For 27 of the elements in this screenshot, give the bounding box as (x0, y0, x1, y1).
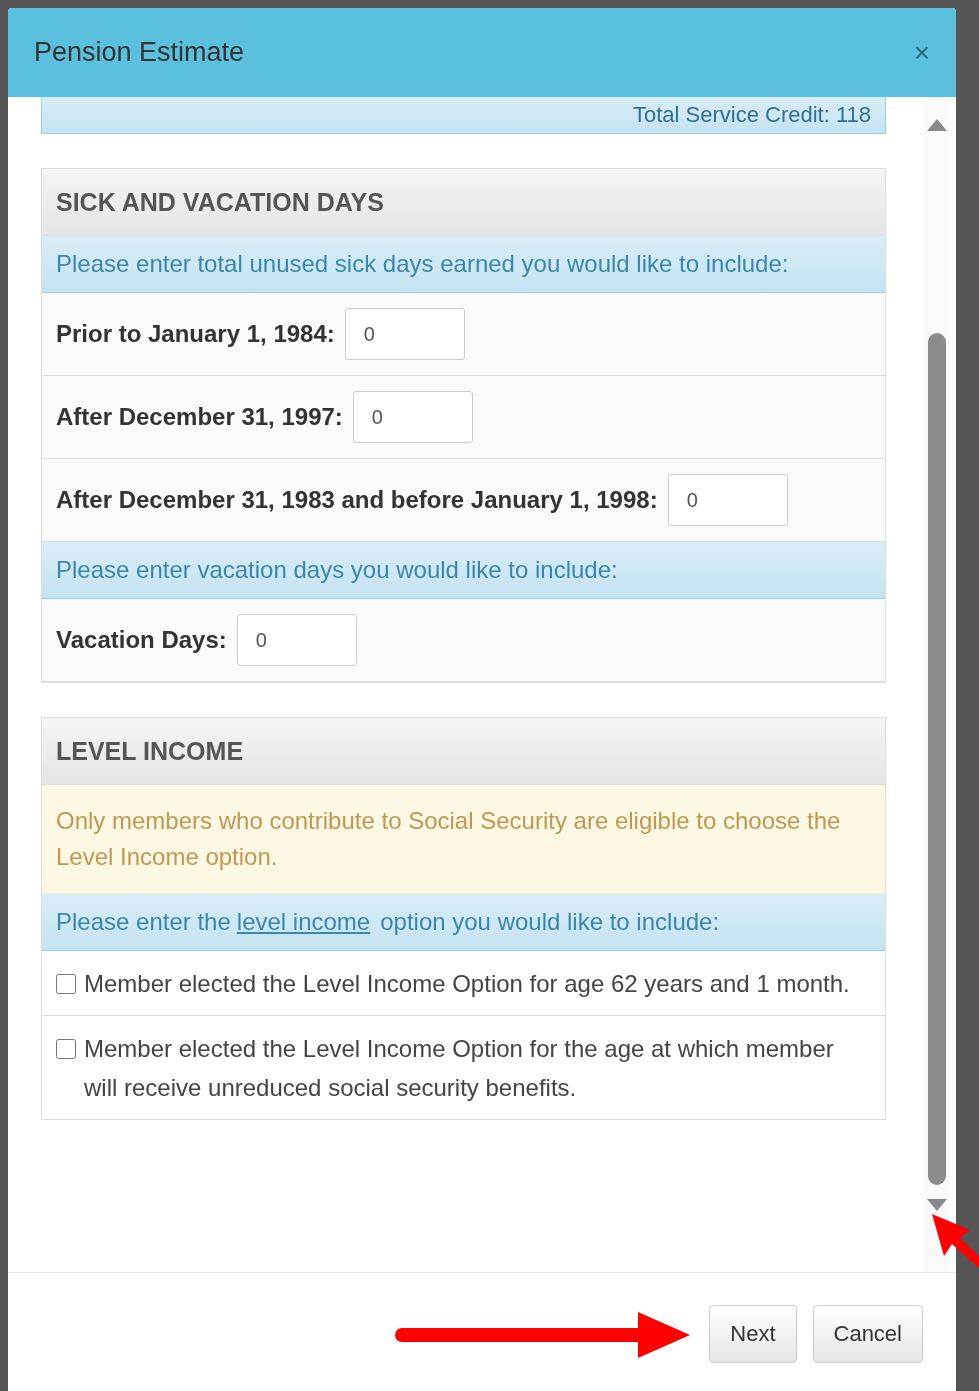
input-field[interactable]: 0 (344, 308, 465, 360)
checkbox[interactable] (56, 1039, 76, 1060)
warning-banner: Only members who contribute to Social Security are eligible to choose the Level Income option. (42, 785, 885, 894)
checkbox-label: Member elected the Level Income Option for the age at which member will receive unreduced social security benefits. (84, 1034, 835, 1103)
input-field[interactable]: 0 (667, 474, 788, 526)
field-label: Vacation Days: (56, 626, 227, 654)
info-banner: Please enter vacation days you would like to include: (42, 542, 885, 599)
scrollbar[interactable] (924, 97, 950, 1272)
field-label: Prior to January 1, 1984: (56, 320, 335, 348)
summary-text: Total Service Credit: 118 (632, 104, 871, 126)
info-banner: Please enter the level income option you would like to include: (42, 894, 885, 951)
field-label: After December 31, 1983 and before January 1, 1998: (56, 486, 658, 514)
section-title: LEVEL INCOME (42, 718, 885, 785)
scrollbar-thumb[interactable] (928, 333, 946, 1185)
cancel-button[interactable]: Cancel (812, 1305, 923, 1363)
section-title: SICK AND VACATION DAYS (42, 169, 885, 236)
checkbox-label: Member elected the Level Income Option for age 62 years and 1 month. (84, 969, 850, 999)
input-field[interactable]: 0 (352, 391, 473, 443)
info-banner: Please enter total unused sick days earned you would like to include: (42, 236, 885, 293)
modal-title: Pension Estimate (34, 37, 245, 68)
input-field[interactable]: 0 (236, 614, 357, 666)
next-button[interactable]: Next (709, 1305, 797, 1363)
field-label: After December 31, 1997: (56, 403, 343, 431)
scroll-down-icon[interactable] (927, 1199, 947, 1211)
arrow-annotation (930, 1212, 979, 1268)
checkbox[interactable] (56, 974, 76, 994)
scroll-up-icon[interactable] (927, 119, 947, 131)
